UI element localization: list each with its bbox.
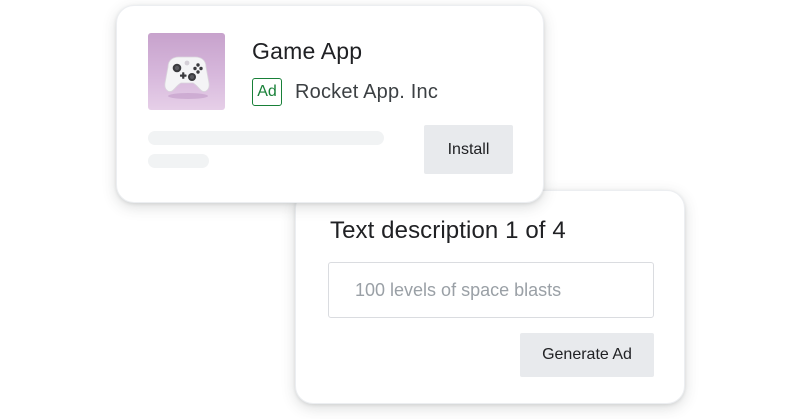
app-title: Game App: [252, 38, 363, 64]
text-description-card: Text description 1 of 4 Generate Ad: [295, 190, 685, 404]
install-button[interactable]: Install: [424, 125, 513, 174]
generate-ad-button[interactable]: Generate Ad: [520, 333, 654, 377]
placeholder-line-short: [148, 154, 209, 168]
text-description-title: Text description 1 of 4: [330, 217, 566, 244]
advertiser-name: Rocket App. Inc: [295, 81, 439, 103]
game-controller-icon: [148, 33, 225, 110]
ad-badge: Ad: [252, 78, 282, 106]
placeholder-line: [148, 131, 384, 145]
app-ad-card: Game App Ad Rocket App. Inc Install: [116, 5, 544, 203]
ad-preview-illustration: Text description 1 of 4 Generate Ad: [0, 0, 800, 419]
text-description-input[interactable]: [328, 262, 654, 318]
